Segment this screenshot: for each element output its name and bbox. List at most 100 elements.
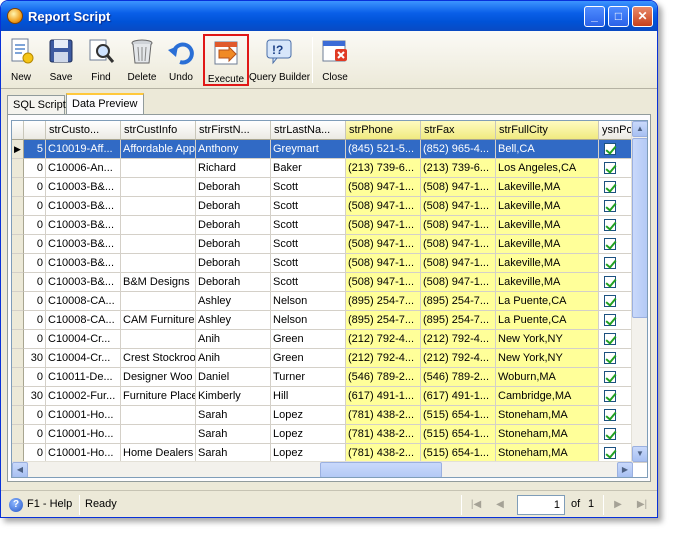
cell-customer-id-column[interactable]: C10003-B&...	[46, 254, 121, 273]
cell-full-city-column[interactable]: Los Angeles,CA	[496, 159, 599, 178]
cell-customer-info-column[interactable]	[121, 330, 196, 349]
cell-phone-column[interactable]: (508) 947-1...	[346, 235, 421, 254]
table-row[interactable]: 0 C10001-Ho... Sarah Lopez (781) 438-2... (51…	[12, 406, 647, 425]
cell-id-column[interactable]: 0	[24, 368, 46, 387]
cell-customer-id-column[interactable]: C10003-B&...	[46, 197, 121, 216]
row-header[interactable]	[12, 197, 24, 216]
cell-fax-column[interactable]: (508) 947-1...	[421, 254, 496, 273]
cell-customer-info-column[interactable]: B&M Designs	[121, 273, 196, 292]
cell-phone-column[interactable]: (781) 438-2...	[346, 425, 421, 444]
cell-last-name-column[interactable]: Lopez	[271, 425, 346, 444]
checkbox-checked-icon[interactable]	[604, 181, 616, 193]
cell-customer-id-column[interactable]: C10003-B&...	[46, 273, 121, 292]
cell-full-city-column[interactable]: La Puente,CA	[496, 292, 599, 311]
cell-phone-column[interactable]: (508) 947-1...	[346, 273, 421, 292]
cell-fax-column[interactable]: (508) 947-1...	[421, 216, 496, 235]
minimize-icon[interactable]: _	[584, 6, 605, 27]
scroll-right-icon[interactable]: ▶	[617, 462, 633, 477]
scroll-up-icon[interactable]: ▲	[632, 121, 647, 137]
cell-customer-info-column[interactable]: CAM Furniture	[121, 311, 196, 330]
cell-phone-column[interactable]: (508) 947-1...	[346, 178, 421, 197]
cell-phone-column[interactable]: (895) 254-7...	[346, 311, 421, 330]
cell-fax-column[interactable]: (508) 947-1...	[421, 273, 496, 292]
checkbox-checked-icon[interactable]	[604, 428, 616, 440]
cell-first-name-column[interactable]: Anthony	[196, 140, 271, 159]
table-row[interactable]: 0 C10003-B&... Deborah Scott (508) 947-1...(…	[12, 216, 647, 235]
cell-fax-column[interactable]: (617) 491-1...	[421, 387, 496, 406]
cell-customer-info-column[interactable]	[121, 235, 196, 254]
row-header[interactable]	[12, 235, 24, 254]
cell-fax-column[interactable]: (212) 792-4...	[421, 349, 496, 368]
header-fax-column[interactable]: strFax	[421, 121, 496, 140]
cell-full-city-column[interactable]: Stoneham,MA	[496, 406, 599, 425]
cell-id-column[interactable]: 5	[24, 140, 46, 159]
table-row[interactable]: 30 C10002-Fur... Furniture Place Kimberly Hi…	[12, 387, 647, 406]
cell-id-column[interactable]: 0	[24, 216, 46, 235]
cell-first-name-column[interactable]: Ashley	[196, 311, 271, 330]
row-header[interactable]	[12, 368, 24, 387]
header-customer-id-column[interactable]: strCusto...	[46, 121, 121, 140]
cell-phone-column[interactable]: (546) 789-2...	[346, 368, 421, 387]
cell-customer-id-column[interactable]: C10006-An...	[46, 159, 121, 178]
cell-last-name-column[interactable]: Baker	[271, 159, 346, 178]
cell-first-name-column[interactable]: Deborah	[196, 273, 271, 292]
cell-last-name-column[interactable]: Green	[271, 349, 346, 368]
checkbox-checked-icon[interactable]	[604, 238, 616, 250]
table-row[interactable]: 0 C10006-An... Richard Baker (213) 739-6...(…	[12, 159, 647, 178]
cell-last-name-column[interactable]: Hill	[271, 387, 346, 406]
cell-phone-column[interactable]: (508) 947-1...	[346, 197, 421, 216]
header-last-name-column[interactable]: strLastNa...	[271, 121, 346, 140]
cell-first-name-column[interactable]: Sarah	[196, 406, 271, 425]
row-header[interactable]	[12, 273, 24, 292]
cell-id-column[interactable]: 30	[24, 349, 46, 368]
cell-id-column[interactable]: 30	[24, 387, 46, 406]
cell-customer-info-column[interactable]	[121, 178, 196, 197]
page-number-input[interactable]: 1	[517, 495, 565, 515]
header-id-column[interactable]	[24, 121, 46, 140]
checkbox-checked-icon[interactable]	[604, 257, 616, 269]
cell-phone-column[interactable]: (508) 947-1...	[346, 254, 421, 273]
table-row[interactable]: 0 C10003-B&... Deborah Scott (508) 947-1...(…	[12, 254, 647, 273]
checkbox-checked-icon[interactable]	[604, 143, 616, 155]
row-header[interactable]	[12, 406, 24, 425]
cell-full-city-column[interactable]: Stoneham,MA	[496, 425, 599, 444]
find-button[interactable]: Find	[83, 34, 119, 86]
cell-customer-id-column[interactable]: C10002-Fur...	[46, 387, 121, 406]
scroll-down-icon[interactable]: ▼	[632, 446, 647, 462]
cell-fax-column[interactable]: (212) 792-4...	[421, 330, 496, 349]
header-full-city-column[interactable]: strFullCity	[496, 121, 599, 140]
table-row[interactable]: 0 C10011-De... Designer Woo Daniel Turner (54…	[12, 368, 647, 387]
previous-page-icon[interactable]: ◀	[493, 498, 507, 512]
row-header[interactable]	[12, 178, 24, 197]
maximize-icon[interactable]: □	[608, 6, 629, 27]
close-icon[interactable]: ✕	[632, 6, 653, 27]
cell-customer-info-column[interactable]	[121, 197, 196, 216]
help-icon[interactable]: ?	[9, 498, 23, 512]
current-row-indicator-icon[interactable]: ▶	[12, 140, 24, 159]
cell-phone-column[interactable]: (213) 739-6...	[346, 159, 421, 178]
cell-customer-info-column[interactable]: Affordable App	[121, 140, 196, 159]
cell-customer-id-column[interactable]: C10008-CA...	[46, 292, 121, 311]
checkbox-checked-icon[interactable]	[604, 276, 616, 288]
cell-last-name-column[interactable]: Scott	[271, 273, 346, 292]
row-header[interactable]	[12, 216, 24, 235]
row-header[interactable]	[12, 159, 24, 178]
cell-first-name-column[interactable]: Anih	[196, 330, 271, 349]
cell-customer-id-column[interactable]: C10003-B&...	[46, 216, 121, 235]
cell-customer-id-column[interactable]: C10008-CA...	[46, 311, 121, 330]
checkbox-checked-icon[interactable]	[604, 447, 616, 459]
table-row[interactable]: 0 C10003-B&... Deborah Scott (508) 947-1...(…	[12, 235, 647, 254]
cell-id-column[interactable]: 0	[24, 273, 46, 292]
cell-id-column[interactable]: 0	[24, 178, 46, 197]
cell-last-name-column[interactable]: Scott	[271, 254, 346, 273]
header-first-name-column[interactable]: strFirstN...	[196, 121, 271, 140]
cell-full-city-column[interactable]: Lakeville,MA	[496, 254, 599, 273]
row-header[interactable]	[12, 349, 24, 368]
cell-last-name-column[interactable]: Turner	[271, 368, 346, 387]
save-button[interactable]: Save	[43, 34, 79, 86]
cell-customer-id-column[interactable]: C10004-Cr...	[46, 330, 121, 349]
checkbox-checked-icon[interactable]	[604, 409, 616, 421]
table-row[interactable]: ▶ 5 C10019-Aff... Affordable App Anthony Grey…	[12, 140, 647, 159]
cell-last-name-column[interactable]: Scott	[271, 216, 346, 235]
checkbox-checked-icon[interactable]	[604, 314, 616, 326]
